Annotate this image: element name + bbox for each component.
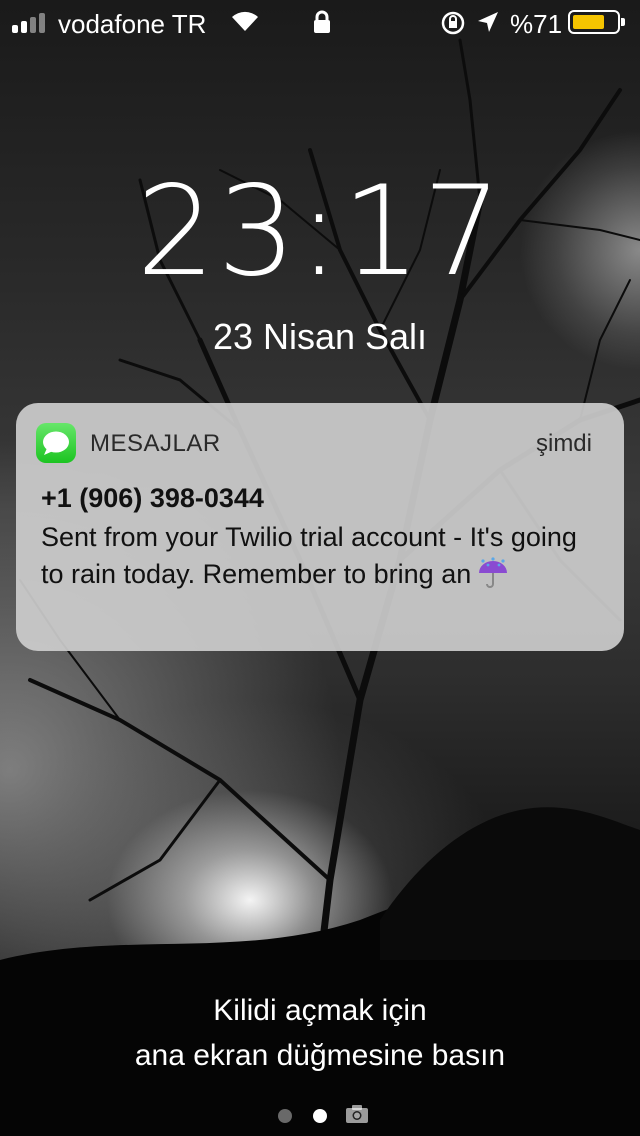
- notification-sender: +1 (906) 398-0344: [41, 483, 264, 513]
- notification-body-wrapper: Sent from your Twilio trial account - It…: [41, 519, 601, 599]
- camera-icon[interactable]: [345, 1104, 369, 1124]
- battery-icon: [568, 10, 625, 34]
- location-arrow-icon: [478, 12, 498, 32]
- unlock-hint: Kilidi açmak için ana ekran düğmesine ba…: [0, 988, 640, 1078]
- battery-level-fill: [573, 15, 604, 29]
- lock-screen-date: 23 Nisan Salı: [212, 316, 428, 357]
- battery-percentage: %71: [510, 9, 563, 39]
- notification-app-name: MESAJLAR: [90, 430, 221, 457]
- rotation-lock-icon: [441, 11, 465, 35]
- lock-icon: [314, 10, 330, 33]
- signal-icon: [12, 13, 45, 33]
- status-bar: vodafone TR %71: [0, 0, 640, 48]
- lock-screen-time: 23:17: [136, 160, 504, 304]
- page-dot-active[interactable]: [313, 1109, 327, 1123]
- unlock-hint-line1: Kilidi açmak için: [213, 994, 427, 1027]
- carrier-name: vodafone TR: [58, 9, 207, 39]
- wifi-icon: [232, 11, 258, 31]
- notification-time: şimdi: [535, 430, 592, 457]
- lock-screen: vodafone TR %71 23:17 23 Nisan Salı MESA…: [0, 0, 640, 1136]
- page-indicator: [0, 1103, 640, 1129]
- umbrella-with-rain-icon: [475, 557, 511, 599]
- messages-icon: [36, 423, 76, 463]
- unlock-hint-line2: ana ekran düğmesine basın: [134, 1039, 506, 1072]
- message-notification[interactable]: MESAJLAR şimdi +1 (906) 398-0344 Sent fr…: [16, 403, 624, 651]
- page-dot[interactable]: [278, 1109, 292, 1123]
